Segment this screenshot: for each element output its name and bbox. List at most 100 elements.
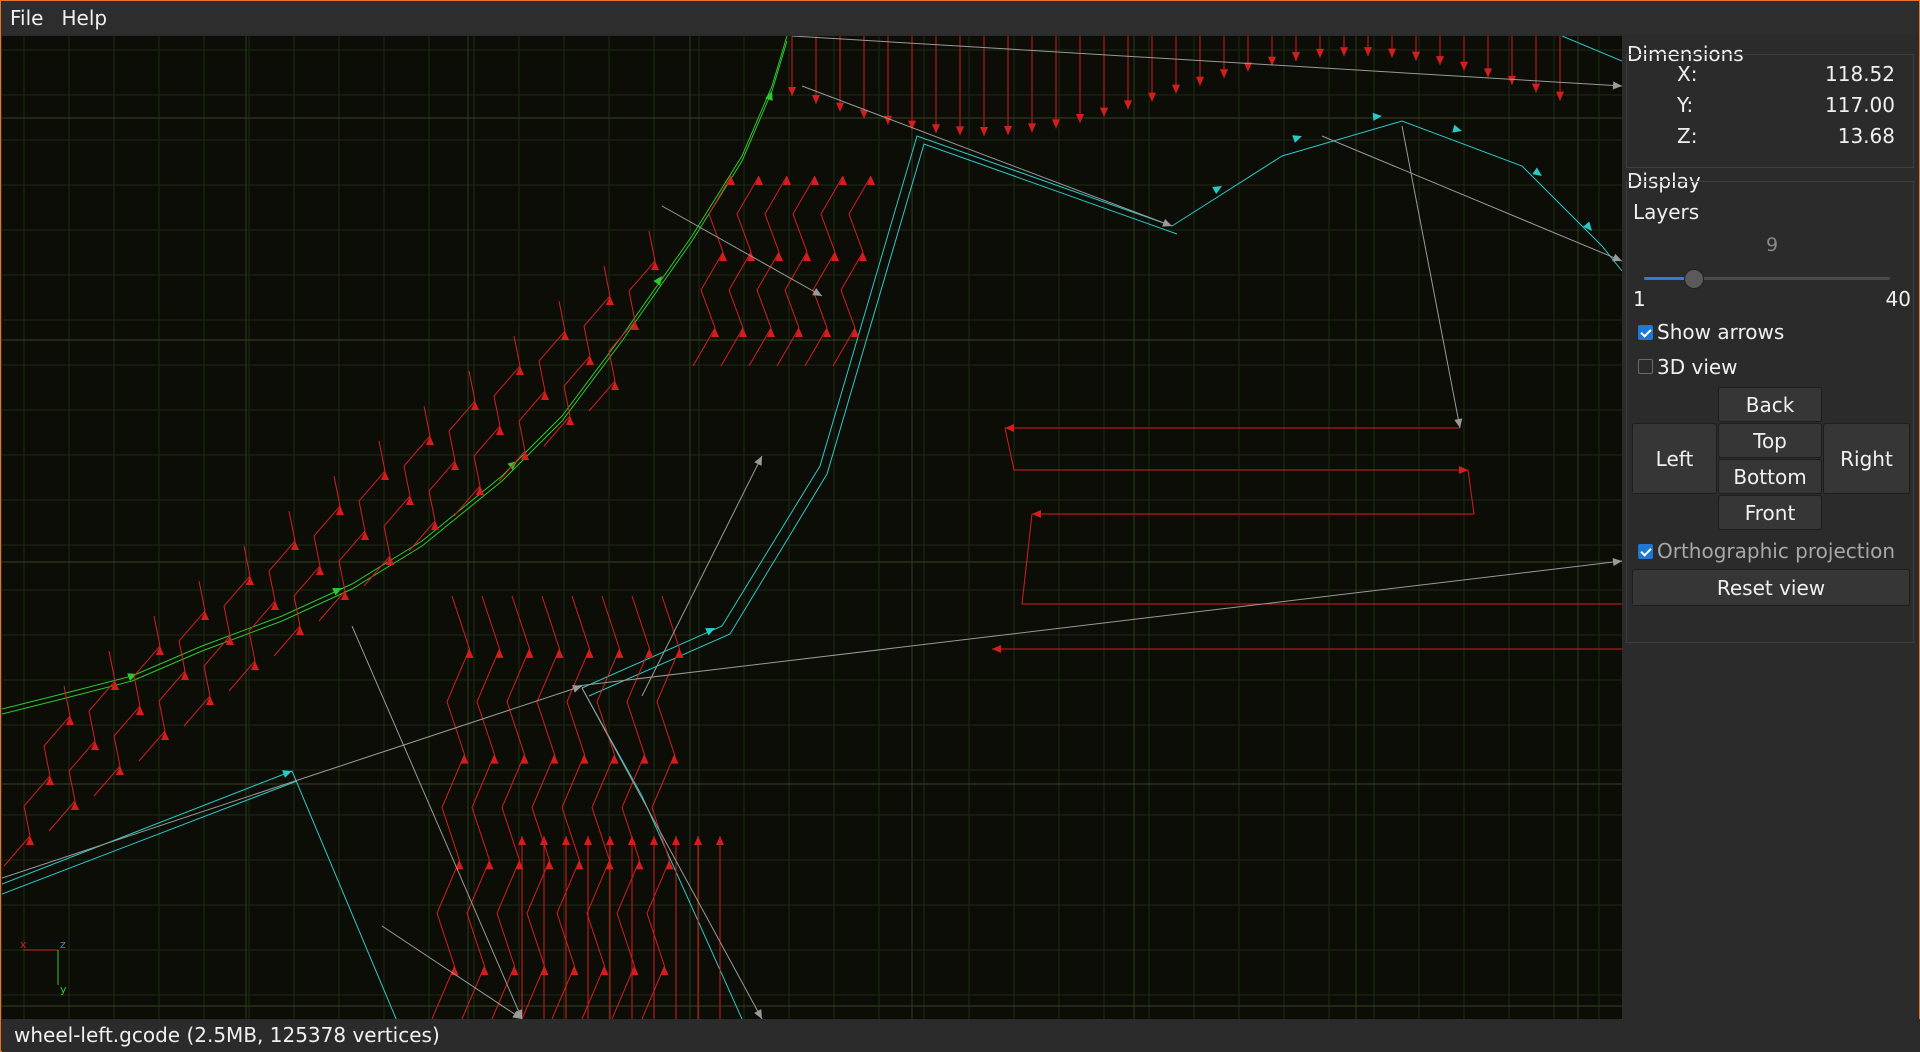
- infill-arrow: [1531, 83, 1541, 93]
- layer-slider[interactable]: [1644, 269, 1890, 289]
- infill-arrow: [385, 556, 395, 565]
- infill-arrow: [955, 126, 965, 136]
- outer-green-path: [2, 36, 788, 710]
- infill-arrow: [811, 94, 821, 104]
- infill-arrow: [45, 776, 55, 785]
- toolpaths: [2, 36, 1622, 1019]
- dim-x-label: X:: [1677, 62, 1698, 86]
- app-window: File Help x z y Dimensions X: 118.52 Y: …: [0, 0, 1920, 1052]
- infill-arrow: [520, 754, 529, 764]
- slider-handle[interactable]: [1684, 269, 1705, 289]
- infill-path: [776, 175, 816, 367]
- ortho-checkbox[interactable]: [1638, 544, 1653, 559]
- dim-z-label: Z:: [1677, 124, 1698, 148]
- cyan-wall-path: [588, 143, 1178, 697]
- view3d-label[interactable]: 3D view: [1657, 355, 1738, 379]
- infill-arrow: [570, 966, 579, 976]
- infill-arrow: [540, 391, 550, 400]
- travel-move: [661, 205, 823, 297]
- infill-arrow: [495, 648, 504, 658]
- infill-arrow: [583, 836, 593, 845]
- infill-arrow: [465, 648, 474, 658]
- infill-arrow: [470, 401, 480, 410]
- infill-arrow: [70, 801, 80, 810]
- infill-arrow: [561, 836, 571, 845]
- layer-min-label: 1: [1633, 287, 1646, 311]
- infill-path: [363, 405, 431, 587]
- infill-path: [491, 595, 531, 1019]
- menu-help[interactable]: Help: [52, 1, 116, 35]
- infill-arrow: [460, 754, 469, 764]
- layer-current-value: 9: [1765, 234, 1779, 256]
- infill-arrow: [1003, 125, 1013, 135]
- infill-arrow: [671, 836, 681, 845]
- infill-arrow: [1099, 107, 1109, 117]
- infill-arrow: [510, 966, 519, 976]
- infill-arrow: [480, 966, 489, 976]
- infill-arrow: [992, 644, 1001, 654]
- infill-arrow: [565, 416, 575, 425]
- bottom-view-button[interactable]: Bottom: [1718, 459, 1822, 494]
- infill-arrow: [585, 356, 595, 365]
- gcode-viewport[interactable]: x z y: [2, 36, 1622, 1019]
- layers-label: Layers: [1633, 200, 1700, 224]
- travel-move: [2, 685, 583, 879]
- infill-arrow: [649, 836, 659, 845]
- infill-arrow: [693, 836, 703, 845]
- menu-file[interactable]: File: [1, 1, 52, 35]
- infill-arrow: [1195, 76, 1205, 86]
- infill-arrow: [545, 860, 554, 870]
- cyan-wall-path: [2, 780, 298, 895]
- infill-path: [498, 300, 566, 482]
- infill-path: [138, 580, 206, 762]
- show-arrows-label[interactable]: Show arrows: [1657, 320, 1784, 344]
- infill-arrow: [25, 836, 35, 845]
- infill-arrow: [550, 754, 559, 764]
- infill-arrow: [627, 836, 637, 845]
- infill-path: [408, 370, 476, 552]
- ortho-label[interactable]: Orthographic projection: [1657, 539, 1895, 563]
- infill-arrow: [180, 671, 190, 680]
- infill-arrow: [539, 836, 549, 845]
- infill-arrow: [1027, 123, 1037, 133]
- front-view-button[interactable]: Front: [1718, 495, 1822, 530]
- cyan-arrow: [1452, 124, 1462, 133]
- infill-arrow: [1555, 91, 1565, 101]
- infill-arrow: [1387, 48, 1397, 58]
- infill-path: [804, 175, 844, 367]
- infill-path: [48, 650, 116, 832]
- travel-arrow: [754, 1009, 762, 1019]
- infill-arrow: [1363, 47, 1373, 57]
- back-view-button[interactable]: Back: [1718, 387, 1822, 422]
- axis-x-label: x: [20, 938, 27, 951]
- dim-z-value: 13.68: [1837, 124, 1895, 148]
- status-text: wheel-left.gcode (2.5MB, 125378 vertices…: [14, 1023, 440, 1047]
- infill-arrow: [605, 296, 615, 305]
- travel-move: [351, 625, 523, 1019]
- axis-z-label: z: [60, 938, 66, 951]
- infill-arrow: [270, 601, 280, 610]
- infill-arrow: [295, 626, 305, 635]
- infill-arrow: [675, 648, 684, 658]
- show-arrows-checkbox[interactable]: [1638, 325, 1653, 340]
- infill-arrow: [110, 681, 120, 690]
- infill-path: [273, 475, 341, 657]
- status-bar: wheel-left.gcode (2.5MB, 125378 vertices…: [2, 1019, 1920, 1052]
- dim-row-x: X: 118.52: [1625, 62, 1915, 88]
- reset-view-button[interactable]: Reset view: [1632, 569, 1910, 606]
- infill-arrow: [605, 836, 615, 845]
- travel-move: [576, 560, 1622, 687]
- infill-path: [183, 545, 251, 727]
- top-view-button[interactable]: Top: [1718, 423, 1822, 458]
- infill-path: [611, 595, 651, 1019]
- right-view-button[interactable]: Right: [1823, 423, 1910, 494]
- layer-max-label: 40: [1885, 287, 1911, 311]
- travel-arrow: [1454, 418, 1463, 428]
- infill-path: [832, 175, 872, 367]
- travel-move: [1401, 125, 1461, 429]
- toolpath-canvas[interactable]: x z y: [2, 36, 1622, 1019]
- cyan-arrow: [282, 770, 292, 778]
- left-view-button[interactable]: Left: [1632, 423, 1717, 494]
- view3d-checkbox[interactable]: [1638, 359, 1653, 374]
- infill-arrow: [615, 648, 624, 658]
